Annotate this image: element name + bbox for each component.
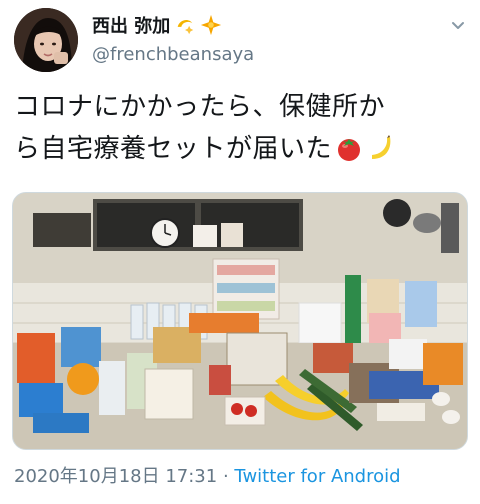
tweet-text: コロナにかかったら、保健所か ら自宅療養セットが届いた (14, 86, 470, 170)
tweet-text-line-2-content: ら自宅療養セットが届いた (14, 134, 333, 164)
avatar[interactable] (14, 8, 78, 72)
user-handle[interactable]: @frenchbeansaya (92, 44, 254, 65)
photo-image (13, 193, 467, 449)
sparkle-star-icon (201, 14, 222, 36)
tweet-photo[interactable] (12, 192, 468, 450)
dizzy-icon (177, 19, 194, 35)
display-name-row[interactable]: 西出 弥加 (92, 12, 222, 38)
tomato-icon (338, 139, 361, 161)
timestamp-separator: · (222, 466, 229, 487)
chevron-down-icon[interactable] (450, 18, 466, 34)
timestamp-date[interactable]: 2020年10月18日 17:31 (14, 466, 217, 487)
banana-icon (372, 135, 391, 159)
client-link[interactable]: Twitter for Android (234, 466, 400, 487)
tweet-text-line-1: コロナにかかったら、保健所か (14, 92, 386, 122)
tweet-timestamp: 2020年10月18日 17:31 · Twitter for Android (14, 462, 401, 488)
display-name[interactable]: 西出 弥加 (92, 12, 170, 38)
avatar-image (14, 8, 78, 72)
tweet-text-line-2: ら自宅療養セットが届いた (14, 128, 470, 170)
